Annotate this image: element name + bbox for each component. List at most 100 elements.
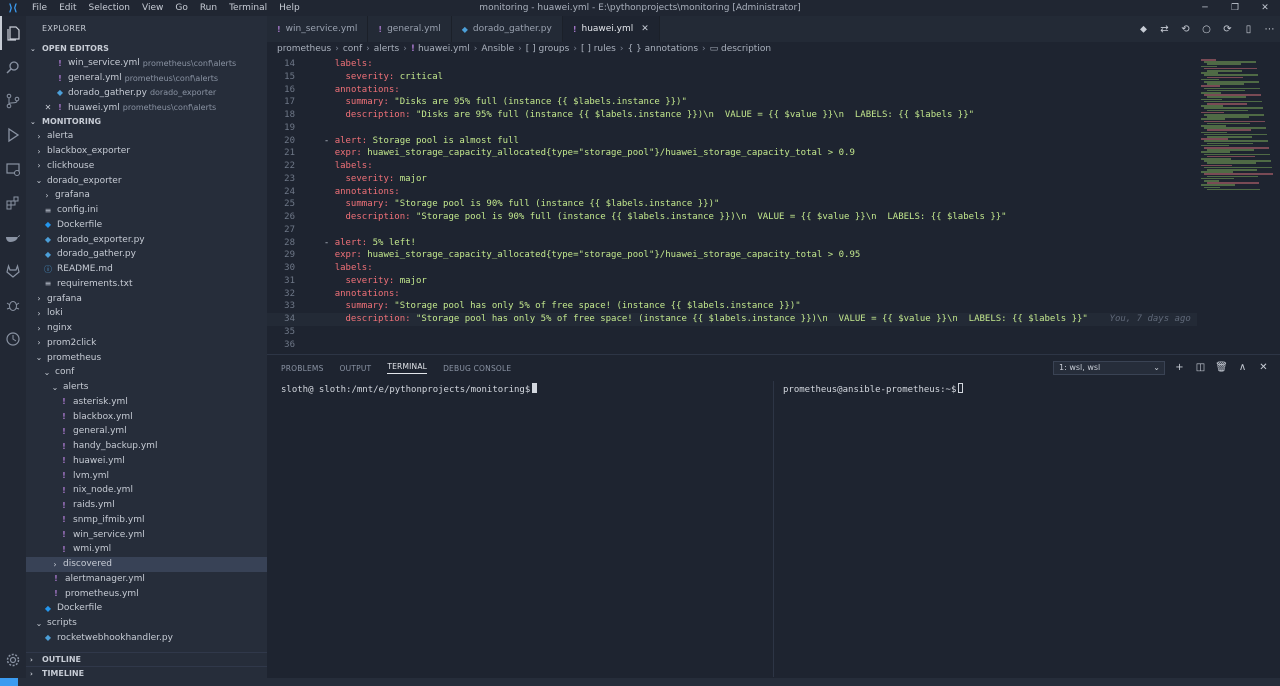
code-line[interactable]: 31 severity: major <box>267 275 1197 288</box>
navigate-icon[interactable]: ○ <box>1196 24 1217 35</box>
source-control-icon[interactable] <box>0 84 26 118</box>
timeline-icon[interactable] <box>0 322 26 356</box>
code-line[interactable]: 28 - alert: 5% left! <box>267 237 1197 250</box>
folder-item[interactable]: ⌄ prometheus <box>26 350 267 365</box>
breadcrumb-item[interactable]: ▭ description <box>710 44 771 54</box>
code-line[interactable]: 27 <box>267 224 1197 237</box>
minimap[interactable] <box>1197 56 1280 354</box>
code-editor[interactable]: 14 labels: 15 severity: critical 16 annota… <box>267 56 1197 354</box>
file-item[interactable]: ! asterisk.yml <box>26 395 267 410</box>
code-line[interactable]: 35 <box>267 326 1197 339</box>
code-line[interactable]: 24 annotations: <box>267 186 1197 199</box>
tab-general-yml[interactable]: ! general.yml <box>368 16 452 42</box>
code-line[interactable]: 14 labels: <box>267 58 1197 71</box>
menu-go[interactable]: Go <box>169 0 193 16</box>
go-forward-icon[interactable]: ⟳ <box>1217 24 1238 35</box>
code-line[interactable]: 17 summary: "Disks are 95% full (instanc… <box>267 96 1197 109</box>
menu-file[interactable]: File <box>26 0 53 16</box>
code-line[interactable]: 33 summary: "Storage pool has only 5% of… <box>267 300 1197 313</box>
tab-huawei-yml[interactable]: ! huawei.yml ✕ <box>562 16 660 42</box>
open-editor-item[interactable]: ! general.yml prometheus\conf\alerts <box>26 71 267 86</box>
folder-item[interactable]: › prom2click <box>26 336 267 351</box>
file-item[interactable]: ! raids.yml <box>26 498 267 513</box>
breadcrumb-item[interactable]: [ ] groups <box>526 44 570 54</box>
terminal-left[interactable]: sloth@ sloth:/mnt/e/pythonprojects/monit… <box>281 383 538 395</box>
file-item[interactable]: ! handy_backup.yml <box>26 439 267 454</box>
code-line[interactable]: 22 labels: <box>267 160 1197 173</box>
folder-item[interactable]: ⌄ conf <box>26 365 267 380</box>
code-line[interactable]: 19 <box>267 122 1197 135</box>
folder-item[interactable]: › alerta <box>26 129 267 144</box>
open-editor-item[interactable]: ! win_service.yml prometheus\conf\alerts <box>26 56 267 71</box>
compare-icon[interactable]: ⇄ <box>1154 24 1175 35</box>
remote-indicator[interactable] <box>0 678 18 686</box>
folder-item[interactable]: › grafana <box>26 188 267 203</box>
folder-item[interactable]: ⌄ alerts <box>26 380 267 395</box>
terminal-right[interactable]: prometheus@ansible-prometheus:~$ <box>783 383 964 395</box>
file-item[interactable]: ≡ requirements.txt <box>26 277 267 292</box>
close-window-button[interactable]: ✕ <box>1250 0 1280 16</box>
go-back-icon[interactable]: ⟲ <box>1175 24 1196 35</box>
terminal-select[interactable]: 1: wsl, wsl ⌄ <box>1053 361 1165 375</box>
code-line[interactable]: 20 - alert: Storage pool is almost full <box>267 135 1197 148</box>
file-item[interactable]: ! snmp_ifmib.yml <box>26 513 267 528</box>
file-item[interactable]: ! general.yml <box>26 424 267 439</box>
open-editor-item[interactable]: ◆ dorado_gather.py dorado_exporter <box>26 86 267 101</box>
file-item[interactable]: ! prometheus.yml <box>26 586 267 601</box>
folder-item[interactable]: › blackbox_exporter <box>26 144 267 159</box>
file-item[interactable]: ! huawei.yml <box>26 454 267 469</box>
file-item[interactable]: ! nix_node.yml <box>26 483 267 498</box>
menu-edit[interactable]: Edit <box>53 0 82 16</box>
menu-help[interactable]: Help <box>273 0 306 16</box>
code-line[interactable]: 21 expr: huawei_storage_capacity_allocat… <box>267 147 1197 160</box>
docker-icon[interactable] <box>0 220 26 254</box>
menu-run[interactable]: Run <box>194 0 223 16</box>
file-item[interactable]: ! alertmanager.yml <box>26 572 267 587</box>
minimize-button[interactable]: ─ <box>1190 0 1220 16</box>
explorer-icon[interactable] <box>0 16 26 50</box>
search-icon[interactable] <box>0 50 26 84</box>
gitlab-icon[interactable] <box>0 254 26 288</box>
menu-terminal[interactable]: Terminal <box>223 0 273 16</box>
folder-item[interactable]: › loki <box>26 306 267 321</box>
bug-icon[interactable] <box>0 288 26 322</box>
code-line[interactable]: 15 severity: critical <box>267 71 1197 84</box>
breadcrumb-item[interactable]: { } annotations <box>627 44 698 54</box>
panel-tab-problems[interactable]: PROBLEMS <box>281 364 324 373</box>
new-terminal-icon[interactable]: + <box>1169 360 1190 376</box>
code-line[interactable]: 30 labels: <box>267 262 1197 275</box>
code-line[interactable]: 29 expr: huawei_storage_capacity_allocat… <box>267 249 1197 262</box>
split-terminal-icon[interactable]: ◫ <box>1190 360 1211 376</box>
folder-item[interactable]: › grafana <box>26 291 267 306</box>
folder-item[interactable]: › nginx <box>26 321 267 336</box>
open-editor-item[interactable]: ✕! huawei.yml prometheus\conf\alerts <box>26 100 267 115</box>
code-line[interactable]: 32 annotations: <box>267 288 1197 301</box>
breadcrumb-item[interactable]: Ansible <box>481 44 514 54</box>
file-item[interactable]: ! wmi.yml <box>26 542 267 557</box>
outline-header[interactable]: › OUTLINE <box>26 652 267 666</box>
split-editor-icon[interactable]: ▯ <box>1238 24 1259 35</box>
menu-view[interactable]: View <box>136 0 169 16</box>
folder-item[interactable]: › discovered <box>26 556 267 572</box>
folder-item[interactable]: ⌄ dorado_exporter <box>26 173 267 188</box>
close-icon[interactable]: ✕ <box>641 24 649 34</box>
file-item[interactable]: ! lvm.yml <box>26 468 267 483</box>
remote-explorer-icon[interactable] <box>0 152 26 186</box>
panel-tab-output[interactable]: OUTPUT <box>340 364 372 373</box>
file-item[interactable]: ◆ rocketwebhookhandler.py <box>26 631 267 646</box>
code-line[interactable]: 34 description: "Storage pool has only 5… <box>267 313 1197 326</box>
open-changes-icon[interactable]: ⬥ <box>1133 24 1154 35</box>
file-item[interactable]: ! blackbox.yml <box>26 409 267 424</box>
code-line[interactable]: 16 annotations: <box>267 84 1197 97</box>
close-panel-icon[interactable]: ✕ <box>1253 360 1274 376</box>
breadcrumb-item[interactable]: prometheus <box>277 44 331 54</box>
panel-tab-terminal[interactable]: TERMINAL <box>387 362 428 374</box>
file-item[interactable]: ≡ config.ini <box>26 203 267 218</box>
panel-tab-debug-console[interactable]: DEBUG CONSOLE <box>443 364 511 373</box>
menu-selection[interactable]: Selection <box>83 0 136 16</box>
run-debug-icon[interactable] <box>0 118 26 152</box>
more-actions-icon[interactable]: ⋯ <box>1259 24 1280 35</box>
folder-item[interactable]: ⌄ scripts <box>26 616 267 631</box>
code-line[interactable]: 26 description: "Storage pool is 90% ful… <box>267 211 1197 224</box>
file-item[interactable]: ◆ dorado_gather.py <box>26 247 267 262</box>
